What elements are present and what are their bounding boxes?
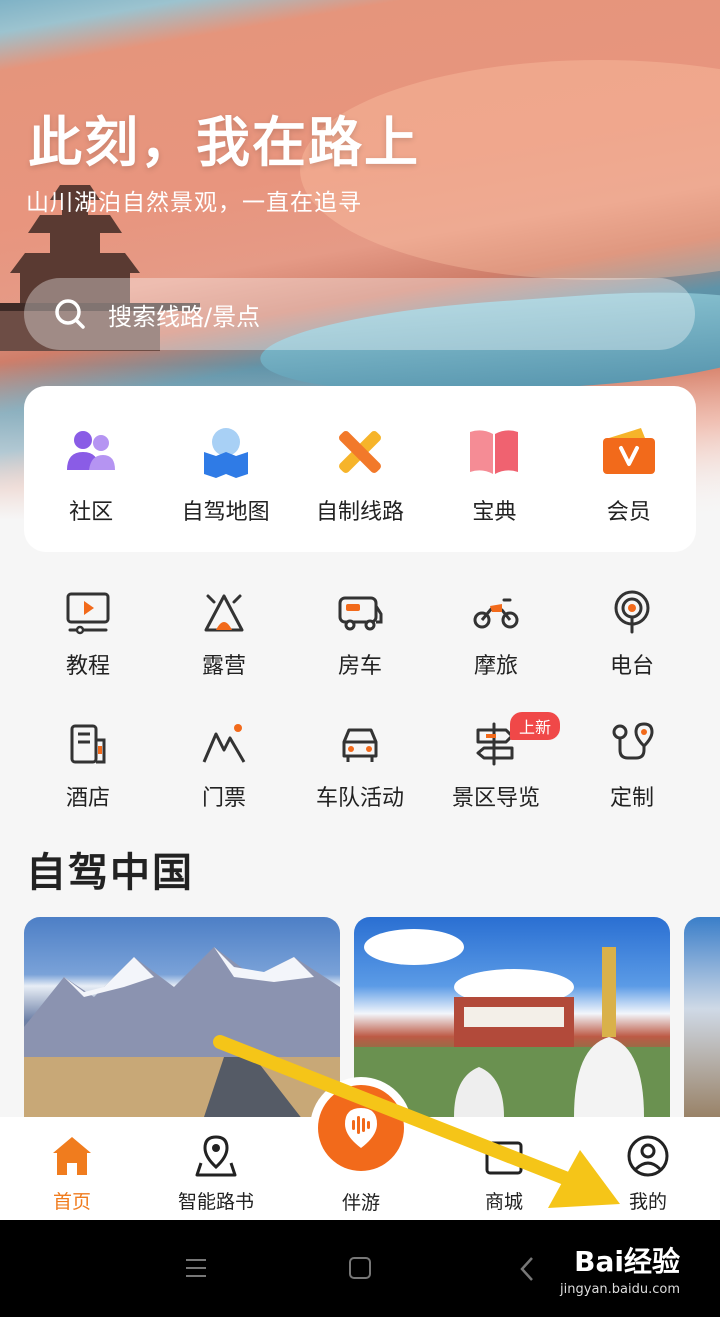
book-icon <box>470 430 519 474</box>
radio-icon <box>614 590 650 634</box>
potala-palace-photo <box>354 929 670 1117</box>
convoy-icon <box>342 728 378 762</box>
menu-item-book[interactable]: 宝典 <box>427 424 561 526</box>
section-title: 自驾中国 <box>26 850 194 896</box>
menu-item-camping[interactable]: 露营 <box>156 588 292 680</box>
camping-icon <box>204 594 244 632</box>
menu-item-ticket[interactable]: 门票 <box>156 720 292 812</box>
search-icon <box>55 299 85 329</box>
community-icon <box>67 431 116 470</box>
menu-item-label: 车队活动 <box>315 786 404 811</box>
menu-item-motorcycle[interactable]: 摩旅 <box>428 588 564 680</box>
nav-label: 商城 <box>484 1191 523 1213</box>
route-icon <box>338 431 381 473</box>
roadbook-icon <box>195 1135 237 1177</box>
menu-item-label: 电台 <box>609 654 654 679</box>
rv-icon <box>338 596 383 631</box>
companion-fab[interactable] <box>318 1085 404 1171</box>
menu-item-convoy[interactable]: 车队活动 <box>292 720 428 812</box>
menu-item-label: 酒店 <box>65 786 110 811</box>
menu-item-label: 教程 <box>65 654 110 679</box>
hotel-icon <box>70 724 106 764</box>
menu-item-label: 定制 <box>609 786 654 811</box>
profile-icon <box>627 1135 669 1177</box>
baidu-watermark: Bai经验 jingyan.baidu.com <box>560 1240 680 1297</box>
hero-subtitle: 山川湖泊自然景观，一直在追寻 <box>26 190 362 216</box>
home-button-icon[interactable] <box>348 1256 372 1280</box>
nav-shop[interactable]: 商城 <box>432 1117 576 1220</box>
search-bar[interactable]: 搜索线路/景点 <box>24 278 695 350</box>
tutorial-icon <box>66 592 110 635</box>
menu-item-label: 会员 <box>606 500 651 525</box>
menu-item-radio[interactable]: 电台 <box>564 588 700 680</box>
search-placeholder: 搜索线路/景点 <box>108 302 261 331</box>
menu-item-vip[interactable]: 会员 <box>562 424 696 526</box>
menu-item-route[interactable]: 自制线路 <box>293 424 427 526</box>
nav-label: 我的 <box>628 1191 667 1213</box>
menu-item-label: 社区 <box>69 500 114 525</box>
nav-home[interactable]: 首页 <box>0 1117 144 1220</box>
menu-item-map[interactable]: 自驾地图 <box>159 424 293 526</box>
nav-label: 智能路书 <box>177 1191 254 1213</box>
menu-item-label: 露营 <box>201 654 246 679</box>
menu-item-label: 自驾地图 <box>181 500 270 525</box>
nav-roadbook[interactable]: 智能路书 <box>144 1117 288 1220</box>
destination-card[interactable] <box>24 917 340 1117</box>
ticket-icon <box>202 724 246 763</box>
watermark-url: jingyan.baidu.com <box>560 1282 680 1297</box>
nav-profile[interactable]: 我的 <box>576 1117 720 1220</box>
menu-item-label: 门票 <box>201 786 246 811</box>
menu-item-community[interactable]: 社区 <box>24 424 158 526</box>
home-icon <box>53 1137 91 1175</box>
menu-item-tutorial[interactable]: 教程 <box>20 588 156 680</box>
primary-menu-card: 社区 自驾地图 自制线路 宝典 会员 <box>24 386 696 552</box>
watermark-logo-text: Bai经验 <box>574 1245 680 1278</box>
hero-title: 此刻，我在路上 <box>28 111 420 174</box>
menu-item-label: 房车 <box>337 654 382 679</box>
menu-item-guide[interactable]: 上新 景区导览 <box>428 712 564 812</box>
menu-item-label: 宝典 <box>472 500 517 525</box>
motorcycle-icon <box>473 598 519 629</box>
destination-card[interactable] <box>354 917 670 1117</box>
menu-item-label: 摩旅 <box>473 654 518 679</box>
mountain-road-photo <box>24 947 340 1117</box>
map-icon <box>203 428 248 478</box>
companion-icon <box>345 1108 377 1148</box>
menu-item-label: 自制线路 <box>315 500 404 525</box>
menu-item-label: 景区导览 <box>451 786 540 811</box>
menu-item-custom[interactable]: 定制 <box>564 720 700 812</box>
destination-card[interactable] <box>684 917 720 1117</box>
back-icon[interactable] <box>518 1256 536 1282</box>
custom-icon <box>612 722 654 760</box>
nav-label: 首页 <box>52 1191 91 1213</box>
companion-label: 伴游 <box>341 1192 380 1214</box>
new-badge: 上新 <box>510 712 561 740</box>
menu-item-rv[interactable]: 房车 <box>292 588 428 680</box>
secondary-menu-grid: 教程 露营 房车 摩旅 电台 酒店 门票 车队活动 上新 景区导览 定制 <box>20 588 700 812</box>
shop-icon <box>485 1141 523 1175</box>
menu-icon[interactable] <box>184 1256 208 1280</box>
menu-item-hotel[interactable]: 酒店 <box>20 720 156 812</box>
vip-icon <box>602 428 655 474</box>
